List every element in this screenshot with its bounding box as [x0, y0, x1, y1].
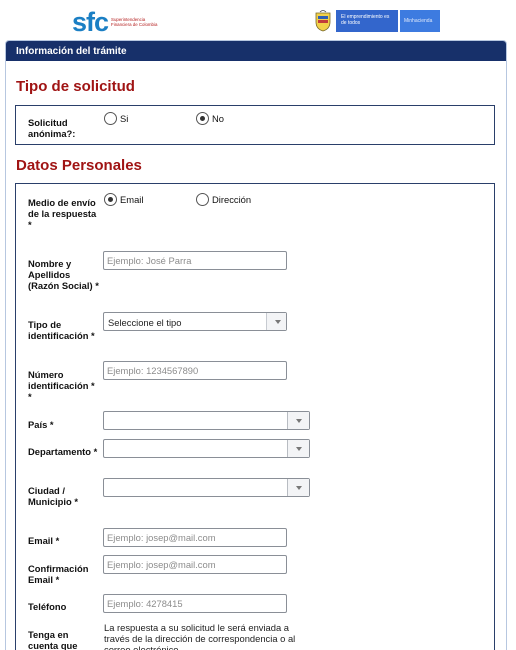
anonima-radio-si[interactable]: Si — [104, 112, 128, 125]
chevron-down-icon[interactable] — [266, 313, 286, 330]
chevron-down-icon[interactable] — [287, 479, 309, 496]
numero-identificacion-input[interactable] — [103, 361, 287, 380]
radio-button[interactable] — [104, 112, 117, 125]
panel-header: Información del trámite — [6, 41, 506, 61]
panel-title: Información del trámite — [16, 46, 127, 57]
gov-ministry: Minhacienda — [400, 10, 440, 32]
radio-button-selected[interactable] — [104, 193, 117, 206]
sfc-logo: sfc Superintendencia Financiera de Colom… — [72, 9, 163, 36]
chevron-down-icon[interactable] — [287, 440, 309, 457]
radio-button-selected[interactable] — [196, 112, 209, 125]
top-branding-bar: sfc Superintendencia Financiera de Colom… — [0, 0, 516, 40]
pais-select[interactable] — [103, 411, 310, 430]
gov-slogan: El emprendimiento es de todos — [336, 10, 398, 32]
confirmacion-email-input[interactable] — [103, 555, 287, 574]
email-input[interactable] — [103, 528, 287, 547]
medio-envio-radio-direccion[interactable]: Dirección — [196, 193, 251, 206]
ciudad-select[interactable] — [103, 478, 310, 497]
medio-envio-radio-email[interactable]: Email — [104, 193, 143, 206]
tenga-en-cuenta-label: Tenga en cuenta que — [28, 629, 78, 650]
tipo-identificacion-label: Tipo de identificación * — [28, 319, 95, 341]
numero-identificacion-label: Número identificación * * — [28, 369, 95, 402]
chevron-down-icon[interactable] — [287, 412, 309, 429]
departamento-label: Departamento * — [28, 446, 98, 457]
departamento-select[interactable] — [103, 439, 310, 458]
telefono-input[interactable] — [103, 594, 287, 613]
nombre-input[interactable] — [103, 251, 287, 270]
confirmacion-email-label: Confirmación Email * — [28, 563, 89, 585]
colombia-shield-icon — [315, 10, 331, 32]
section-title-tipo-solicitud: Tipo de solicitud — [16, 78, 135, 95]
anonima-radio-no[interactable]: No — [196, 112, 224, 125]
sfc-logo-subtitle: Superintendencia Financiera de Colombia — [111, 17, 158, 27]
email-label: Email * — [28, 535, 60, 546]
pais-label: País * — [28, 419, 54, 430]
radio-button[interactable] — [196, 193, 209, 206]
anonima-label: Solicitud anónima?: — [28, 117, 76, 139]
ciudad-label: Ciudad / Municipio * — [28, 485, 78, 507]
section-title-datos-personales: Datos Personales — [16, 157, 142, 174]
medio-envio-label: Medio de envío de la respuesta * — [28, 197, 97, 230]
nombre-label: Nombre y Apellidos (Razón Social) * — [28, 258, 99, 291]
telefono-label: Teléfono — [28, 601, 67, 612]
tenga-en-cuenta-text: La respuesta a su solicitud le será envi… — [104, 622, 296, 650]
government-logo: El emprendimiento es de todos Minhaciend… — [314, 10, 440, 32]
tipo-identificacion-select[interactable]: Seleccione el tipo — [103, 312, 287, 331]
